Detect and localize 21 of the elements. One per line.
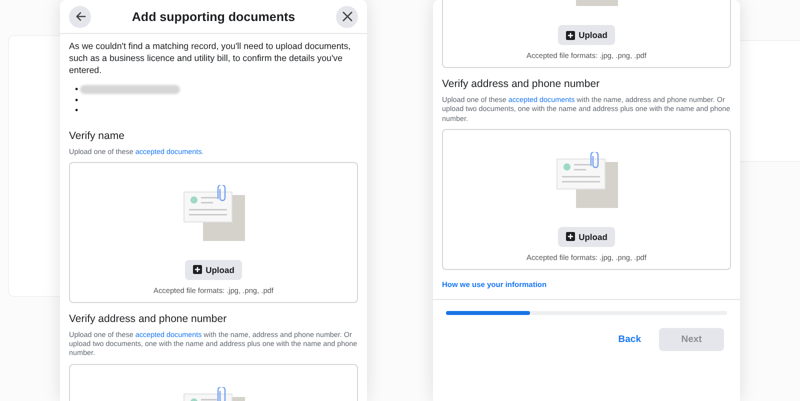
upload-button[interactable]: Upload xyxy=(558,226,616,247)
back-text-button[interactable]: Back xyxy=(612,332,647,346)
bullet-mark: • xyxy=(75,84,78,94)
back-button[interactable] xyxy=(69,6,91,28)
intro-text: As we couldn't find a matching record, you'll need to upload documents, such as a business licence and utility bill, to confirm the details you've entered. xyxy=(69,40,352,76)
section-heading: Verify name xyxy=(69,130,126,142)
bullet-mark: • xyxy=(75,94,78,105)
section-heading: Verify address and phone number xyxy=(442,78,601,90)
bullet-mark: • xyxy=(75,105,78,116)
section-heading: Verify address and phone number xyxy=(69,312,228,325)
close-button[interactable] xyxy=(336,6,358,28)
upload-button[interactable]: Upload xyxy=(558,25,616,45)
plus-square-icon xyxy=(192,265,202,274)
documents-drawing xyxy=(182,184,244,241)
documents-drawing xyxy=(556,152,618,208)
plus-square-icon xyxy=(566,30,575,40)
upload-button[interactable]: Upload xyxy=(184,260,242,280)
close-icon xyxy=(342,11,352,22)
plus-square-icon xyxy=(566,232,575,242)
dialog-title: Add supporting documents xyxy=(132,10,296,24)
back-arrow-icon xyxy=(74,11,86,22)
